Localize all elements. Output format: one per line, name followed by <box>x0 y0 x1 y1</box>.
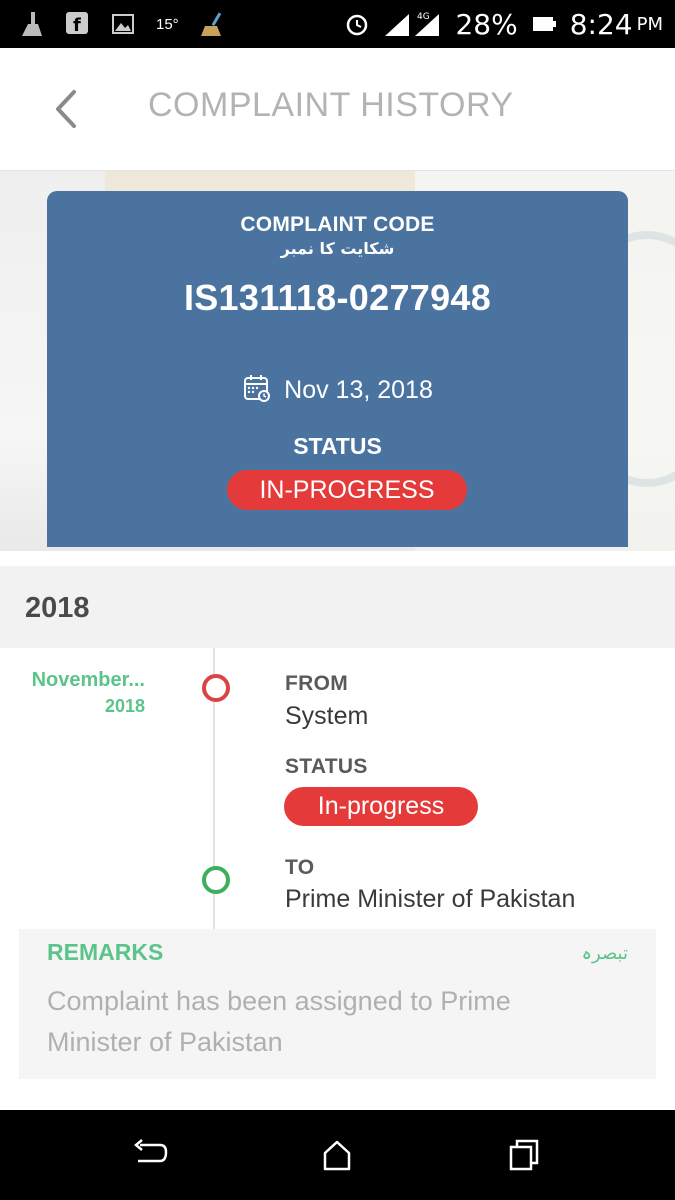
timeline-entry-year: 2018 <box>104 696 145 716</box>
nav-home-button[interactable] <box>317 1137 357 1173</box>
nav-back-icon <box>134 1139 168 1163</box>
clock-text: 8:24 <box>569 7 633 41</box>
card-status-badge: IN-PROGRESS <box>227 470 467 510</box>
back-arrow-icon <box>56 90 76 128</box>
svg-text:f: f <box>73 15 81 36</box>
page-title: COMPLAINT HISTORY <box>148 86 514 124</box>
to-label: TO <box>285 856 315 879</box>
back-button[interactable] <box>44 84 88 134</box>
cleaner-icon <box>197 10 225 38</box>
complaint-code-label: COMPLAINT CODE <box>240 213 435 236</box>
complaint-date-row: Nov 13, 2018 <box>47 373 628 408</box>
calendar-icon <box>242 373 272 408</box>
timeline-entry-month: November... <box>31 669 145 691</box>
alarm-icon <box>343 10 371 38</box>
image-icon <box>110 10 138 38</box>
entry-status-badge: In-progress <box>284 787 478 826</box>
status-bar-left: f 15° <box>18 8 225 40</box>
remarks-label-urdu: تبصرہ <box>581 943 628 964</box>
nav-recent-apps-button[interactable] <box>505 1137 545 1173</box>
battery-icon <box>530 10 558 38</box>
entry-status-label: STATUS <box>285 755 368 778</box>
card-status-label: STATUS <box>293 433 382 459</box>
facebook-icon: f <box>64 10 92 38</box>
network-type-text: 4G <box>417 12 430 22</box>
remarks-label: REMARKS <box>47 939 164 965</box>
to-value: Prime Minister of Pakistan <box>285 885 576 913</box>
complaint-code: IS131118-0277948 <box>183 277 492 318</box>
from-value: System <box>285 702 369 730</box>
app-bar: COMPLAINT HISTORY <box>0 48 675 171</box>
clock-ampm-text: PM <box>636 13 663 35</box>
broom-icon <box>18 10 46 38</box>
remarks-box: REMARKS تبصرہ Complaint has been assigne… <box>19 929 656 1079</box>
complaint-code-label-urdu: شکایت کا نمبر <box>280 239 395 258</box>
complaint-date: Nov 13, 2018 <box>284 376 433 404</box>
from-label: FROM <box>285 672 349 695</box>
status-bar: f 15° 4G 28% 8:24 PM <box>0 0 675 48</box>
year-header-text: 2018 <box>25 592 90 624</box>
timeline-dot-from <box>202 674 230 702</box>
navigation-bar <box>0 1110 675 1200</box>
nav-home-icon <box>323 1140 351 1171</box>
timeline-dot-to <box>202 866 230 894</box>
nav-recent-icon <box>509 1139 539 1171</box>
nav-back-button[interactable] <box>130 1137 170 1173</box>
status-bar-right: 4G 28% 8:24 PM <box>343 7 663 41</box>
complaint-card: COMPLAINT CODE شکایت کا نمبر IS131118-02… <box>47 191 628 547</box>
remarks-text: Complaint has been assigned to Prime Min… <box>47 986 511 1057</box>
battery-percent-text: 28% <box>455 7 518 41</box>
signal-icon: 4G <box>383 10 443 38</box>
temperature-text: 15° <box>156 15 179 33</box>
year-header: 2018 <box>0 566 675 648</box>
